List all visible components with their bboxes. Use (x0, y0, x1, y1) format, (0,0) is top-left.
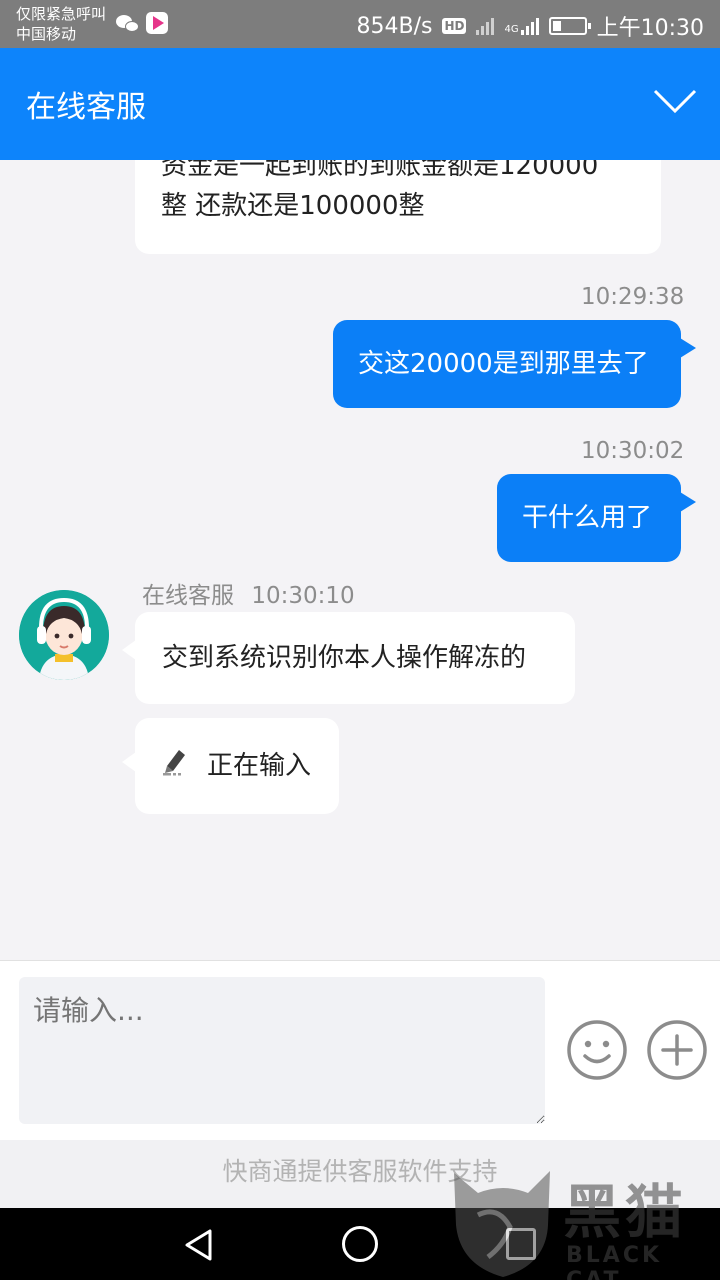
emoji-icon[interactable] (566, 1019, 628, 1081)
bubble-tail (122, 752, 136, 772)
net-speed: 854B/s (356, 13, 433, 39)
agent-avatar-icon (19, 590, 109, 680)
sender-name: 在线客服 (142, 583, 234, 609)
home-icon[interactable] (342, 1226, 378, 1262)
message-bubble-agent: 资金是一起到账的到账金额是120000 整 还款还是100000整 (135, 160, 661, 254)
message-bubble-agent: 交到系统识别你本人操作解冻的 (135, 612, 575, 704)
notification-icons (116, 12, 168, 34)
message-text: 资金是一起到账的到账金额是120000 (161, 160, 599, 181)
bubble-tail (122, 640, 136, 660)
recent-apps-icon[interactable] (506, 1228, 536, 1260)
agent-avatar (19, 590, 109, 680)
message-bubble-user: 交这20000是到那里去了 (333, 320, 681, 408)
add-icon[interactable] (646, 1019, 708, 1081)
emergency-only-text: 仅限紧急呼叫 (16, 5, 107, 23)
back-icon[interactable] (182, 1228, 216, 1262)
network-type: 4G (504, 24, 519, 35)
powered-by-note: 快商通提供客服软件支持 (0, 1140, 720, 1208)
message-timestamp: 10:30:02 (581, 438, 685, 464)
status-bar: 仅限紧急呼叫 中国移动 854B/s HD 4G 上午10:30 (0, 0, 720, 48)
message-input[interactable] (19, 977, 545, 1124)
chevron-down-icon[interactable] (652, 86, 698, 116)
header-title: 在线客服 (26, 90, 146, 125)
battery-icon (548, 17, 591, 35)
message-text: 交这20000是到那里去了 (358, 349, 649, 379)
message-text: 交到系统识别你本人操作解冻的 (162, 643, 527, 673)
agent-meta: 在线客服 10:30:10 (142, 576, 355, 610)
status-right: 854B/s HD 4G 上午10:30 (356, 10, 704, 42)
chat-header: 在线客服 (0, 48, 720, 160)
system-nav-bar (0, 1208, 720, 1280)
message-timestamp: 10:29:38 (581, 284, 685, 310)
message-text: 干什么用了 (522, 503, 653, 533)
signal-4g-icon: 4G (504, 17, 539, 35)
bubble-tail (680, 338, 696, 358)
hd-icon: HD (442, 18, 467, 34)
composer (0, 960, 720, 1140)
typing-indicator: 正在输入 (135, 718, 339, 814)
status-left: 仅限紧急呼叫 中国移动 (16, 4, 106, 44)
video-app-icon (146, 12, 168, 34)
carrier-name: 中国移动 (16, 25, 77, 43)
pencil-icon (163, 750, 185, 776)
message-bubble-user: 干什么用了 (497, 474, 681, 562)
signal-icon (476, 17, 495, 35)
bubble-tail (680, 492, 696, 512)
message-timestamp: 10:30:10 (251, 583, 355, 609)
message-text: 整 还款还是100000整 (161, 191, 425, 221)
typing-text: 正在输入 (207, 751, 312, 781)
wechat-icon (116, 13, 140, 33)
chat-area[interactable]: 资金是一起到账的到账金额是120000 整 还款还是100000整 10:29:… (0, 160, 720, 960)
clock: 上午10:30 (596, 16, 704, 41)
